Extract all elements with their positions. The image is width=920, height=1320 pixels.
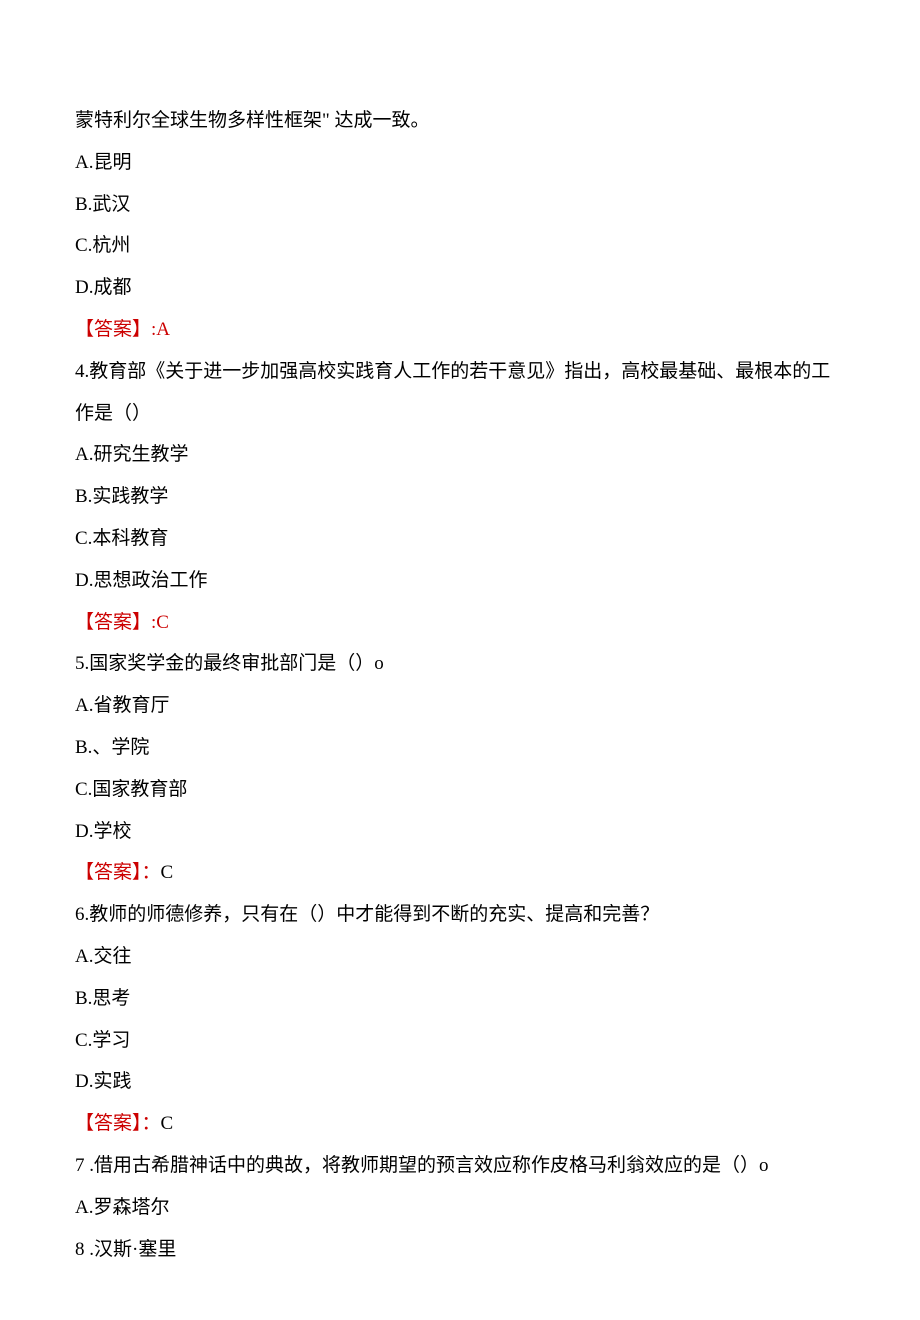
- q3-option-b: B.武汉: [75, 184, 845, 226]
- q5-option-a: A.省教育厅: [75, 685, 845, 727]
- q4-stem-line2: 作是（）: [75, 393, 845, 435]
- q3-continuation: 蒙特利尔全球生物多样性框架" 达成一致。: [75, 100, 845, 142]
- q6-answer-label: 【答案】：: [75, 1113, 161, 1134]
- q4-option-c: C.本科教育: [75, 518, 845, 560]
- q4-answer: 【答案】:C: [75, 602, 845, 644]
- q6-answer: 【答案】：C: [75, 1103, 845, 1145]
- q5-option-d: D.学校: [75, 811, 845, 853]
- q6-answer-value: C: [161, 1113, 174, 1134]
- q4-option-d: D.思想政治工作: [75, 560, 845, 602]
- q6-option-b: B.思考: [75, 978, 845, 1020]
- q5-answer: 【答案】：C: [75, 852, 845, 894]
- q5-option-c: C.国家教育部: [75, 769, 845, 811]
- q3-option-c: C.杭州: [75, 225, 845, 267]
- q4-answer-value: :C: [151, 612, 169, 633]
- q3-answer: 【答案】:A: [75, 309, 845, 351]
- q4-stem-line1: 4.教育部《关于进一步加强高校实践育人工作的若干意见》指出，高校最基础、最根本的…: [75, 351, 845, 393]
- q5-answer-label: 【答案】：: [75, 862, 161, 883]
- q6-option-c: C.学习: [75, 1020, 845, 1062]
- q7-stem: 7 .借用古希腊神话中的典故，将教师期望的预言效应称作皮格马利翁效应的是（）o: [75, 1145, 845, 1187]
- q3-answer-value: :A: [151, 319, 170, 340]
- q5-stem: 5.国家奖学金的最终审批部门是（）o: [75, 643, 845, 685]
- q3-answer-label: 【答案】: [75, 319, 151, 340]
- q5-option-b: B.、学院: [75, 727, 845, 769]
- q6-stem: 6.教师的师德修养，只有在（）中才能得到不断的充实、提高和完善？: [75, 894, 845, 936]
- q4-option-b: B.实践教学: [75, 476, 845, 518]
- q3-option-d: D.成都: [75, 267, 845, 309]
- q8-partial: 8 .汉斯·塞里: [75, 1229, 845, 1271]
- q4-answer-label: 【答案】: [75, 612, 151, 633]
- q6-option-d: D.实践: [75, 1061, 845, 1103]
- q3-option-a: A.昆明: [75, 142, 845, 184]
- q7-option-a: A.罗森塔尔: [75, 1187, 845, 1229]
- q5-answer-value: C: [161, 862, 174, 883]
- q4-option-a: A.研究生教学: [75, 434, 845, 476]
- q6-option-a: A.交往: [75, 936, 845, 978]
